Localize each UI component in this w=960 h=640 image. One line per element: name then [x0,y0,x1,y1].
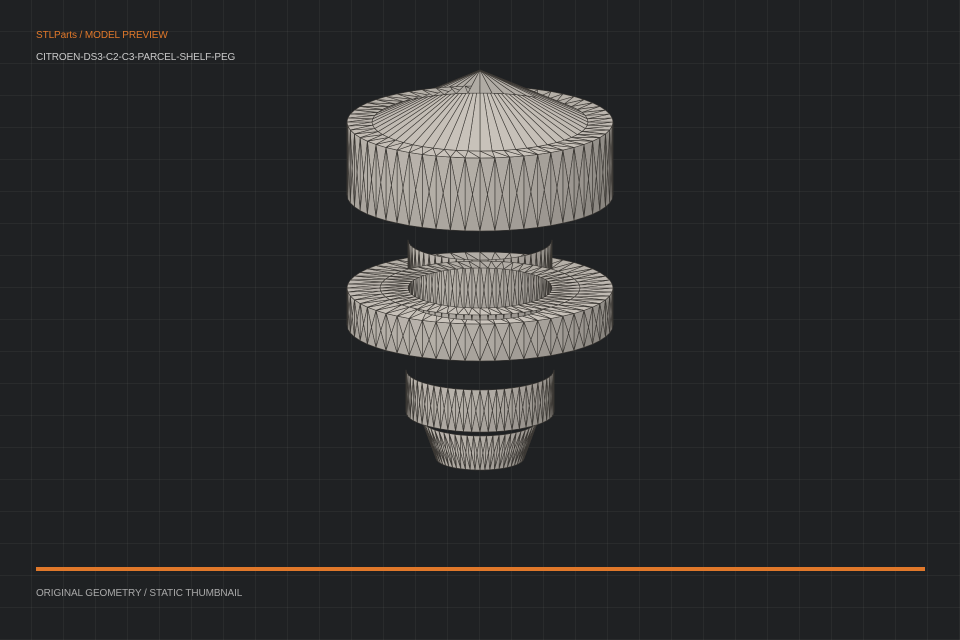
accent-divider [36,567,925,571]
model-preview-page: STLParts / MODEL PREVIEW CITROEN-DS3-C2-… [0,0,960,640]
mesh-wireframe-icon [346,69,614,471]
model-viewport[interactable] [0,0,960,560]
footer-caption: ORIGINAL GEOMETRY / STATIC THUMBNAIL [36,588,243,599]
peg-lower-shaft-face [552,371,554,415]
